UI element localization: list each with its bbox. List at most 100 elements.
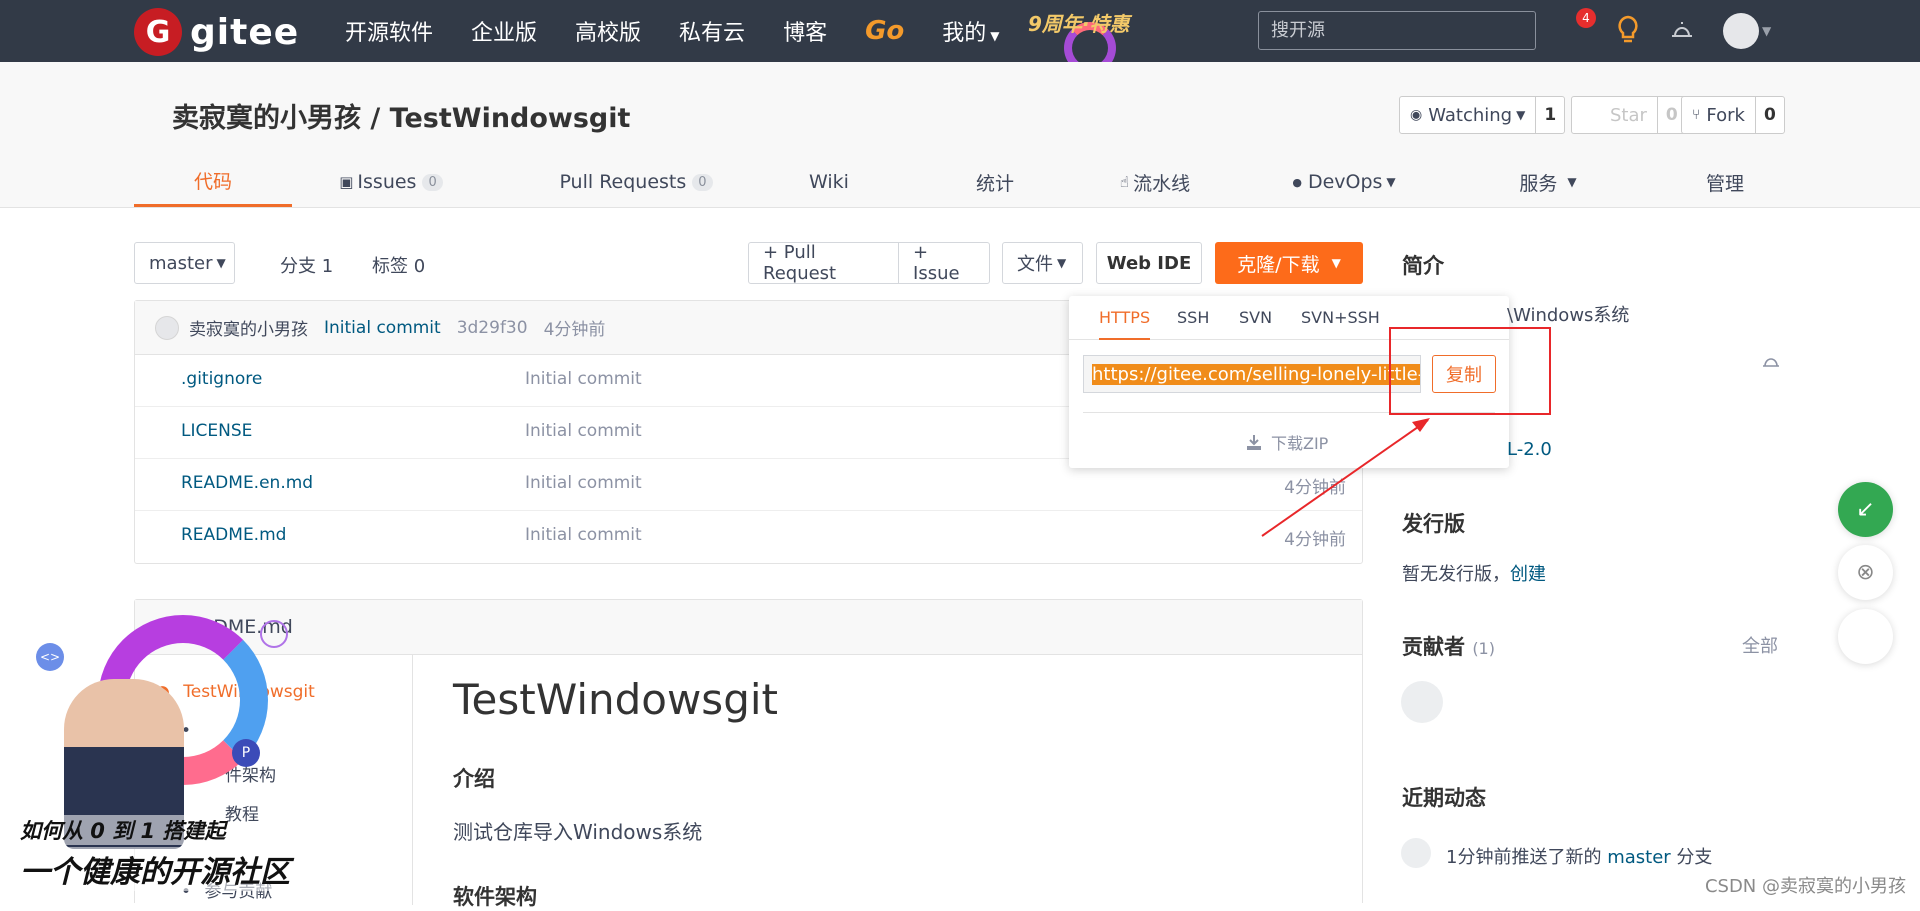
anniversary-promo[interactable]: 9周年·特惠: [1028, 8, 1140, 74]
clone-download-button[interactable]: 克隆/下载 ▼: [1215, 242, 1363, 284]
clone-url-field[interactable]: https://gitee.com/selling-lonely-little-…: [1083, 355, 1421, 393]
tab-wiki[interactable]: Wiki: [794, 157, 864, 207]
tab-services[interactable]: 服务 ▼: [1498, 157, 1598, 207]
nav-item-enterprise[interactable]: 企业版: [471, 15, 537, 47]
tags-link[interactable]: 标签 0: [372, 252, 425, 278]
file-row[interactable]: README.md Initial commit 4分钟前: [135, 511, 1362, 563]
fork-count[interactable]: 0: [1756, 97, 1784, 133]
collapse-arrow-icon[interactable]: ↙: [1838, 482, 1893, 537]
logo-text: gitee: [190, 11, 300, 53]
release-text: 暂无发行版，创建: [1402, 560, 1546, 586]
repo-header: 卖寂寞的小男孩 / TestWindowsgit ◉ Watching ▼ 1 St…: [0, 62, 1920, 208]
clone-url-text: https://gitee.com/selling-lonely-little-…: [1092, 363, 1420, 385]
tab-code-label: 代码: [193, 171, 232, 193]
contributors-title: 贡献者: [1402, 635, 1465, 659]
tab-https[interactable]: HTTPS: [1099, 308, 1151, 340]
author-avatar[interactable]: [155, 315, 179, 340]
ad-headline-2: 一个健康的开源社区: [20, 847, 290, 891]
tab-services-label: 服务: [1519, 172, 1558, 195]
file-name[interactable]: README.md: [181, 525, 286, 545]
coin-icon: P: [232, 739, 260, 767]
watch-label: Watching: [1428, 104, 1513, 126]
file-commit-message[interactable]: Initial commit: [525, 369, 642, 389]
chevron-down-icon: ▼: [1567, 175, 1577, 189]
tab-issues[interactable]: ▣ Issues 0: [326, 157, 456, 207]
tab-svn[interactable]: SVN: [1239, 308, 1272, 340]
readme-title: TestWindowsgit: [453, 675, 778, 724]
watch-count[interactable]: 1: [1536, 97, 1564, 133]
tab-svn-ssh[interactable]: SVN+SSH: [1301, 308, 1380, 340]
web-ide-button[interactable]: Web IDE: [1096, 242, 1202, 284]
activity-avatar[interactable]: [1401, 838, 1431, 868]
promo-ad-overlay[interactable]: <> P 如何从 0 到 1 搭建起 一个健康的开源社区: [0, 615, 300, 903]
repo-description: \Windows系统: [1507, 305, 1630, 326]
branch-select[interactable]: master ▼: [134, 242, 235, 284]
float-blank-button[interactable]: [1838, 609, 1893, 664]
tab-pr-label: Pull Requests: [559, 171, 687, 193]
create-release-link[interactable]: 创建: [1510, 564, 1546, 585]
chevron-down-icon: ▼: [1386, 175, 1396, 189]
branches-link[interactable]: 分支 1: [280, 252, 333, 278]
commit-hash[interactable]: 3d29f30: [457, 318, 528, 338]
gitee-logo[interactable]: G gitee: [134, 8, 299, 56]
top-nav: G gitee 开源软件 企业版 高校版 私有云 博客 Go 我的 ▼ 9周年·特…: [0, 0, 1920, 74]
file-commit-message[interactable]: Initial commit: [525, 525, 642, 545]
tab-devops-label: DevOps: [1307, 171, 1383, 193]
commit-message[interactable]: Initial commit: [324, 318, 441, 338]
tab-devops[interactable]: ● DevOps ▼: [1284, 157, 1404, 207]
close-circle-icon[interactable]: ⊗: [1838, 545, 1893, 600]
tab-pull-requests[interactable]: Pull Requests 0: [546, 157, 726, 207]
star-button[interactable]: Star: [1572, 97, 1658, 133]
tab-ssh[interactable]: SSH: [1177, 308, 1209, 340]
tab-pipeline[interactable]: ☝ 流水线: [1100, 157, 1210, 207]
new-pull-request-button[interactable]: + Pull Request: [749, 242, 900, 284]
file-name[interactable]: README.en.md: [181, 473, 313, 493]
bell-icon[interactable]: [1761, 352, 1781, 370]
tab-stats[interactable]: 统计: [960, 157, 1030, 207]
chevron-down-icon: ▼: [216, 256, 226, 270]
issues-count: 0: [422, 173, 443, 191]
chevron-down-icon[interactable]: ▼: [1762, 24, 1771, 38]
license-link[interactable]: L-2.0: [1507, 439, 1552, 460]
contributors-all-link[interactable]: 全部: [1742, 632, 1778, 658]
tab-manage[interactable]: 管理: [1690, 157, 1760, 207]
nav-item-open-source[interactable]: 开源软件: [345, 15, 433, 47]
promo-text: 9周年·特惠: [1028, 12, 1130, 36]
nav-item-private-cloud[interactable]: 私有云: [679, 15, 745, 47]
bell-icon[interactable]: [1668, 16, 1696, 44]
activity-branch-link[interactable]: master: [1607, 847, 1670, 868]
clipboard-icon: ▣: [339, 173, 354, 191]
ad-headline-1: 如何从 0 到 1 搭建起: [20, 815, 226, 845]
nav-menu: 开源软件 企业版 高校版 私有云 博客 Go 我的 ▼: [345, 0, 1038, 62]
nav-item-education[interactable]: 高校版: [575, 15, 641, 47]
search-input[interactable]: [1258, 11, 1536, 50]
user-avatar[interactable]: [1723, 13, 1759, 49]
annotation-highlight-box: [1389, 327, 1551, 415]
lightbulb-icon[interactable]: [1615, 14, 1641, 46]
ad-circle-icon: [260, 620, 288, 648]
watch-button[interactable]: ◉ Watching ▼: [1400, 97, 1537, 133]
repo-title[interactable]: 卖寂寞的小男孩 / TestWindowsgit: [172, 96, 630, 135]
file-commit-message[interactable]: Initial commit: [525, 473, 642, 493]
star-button-group[interactable]: Star 0: [1571, 96, 1687, 134]
watch-button-group[interactable]: ◉ Watching ▼ 1: [1399, 96, 1566, 134]
commit-author[interactable]: 卖寂寞的小男孩: [189, 315, 308, 340]
fork-button-group[interactable]: ⑂ Fork 0: [1681, 96, 1785, 134]
fork-button[interactable]: ⑂ Fork: [1682, 97, 1756, 133]
intro-heading: 简介: [1402, 254, 1444, 278]
nav-item-blog[interactable]: 博客: [783, 15, 827, 47]
eye-icon: ◉: [1410, 107, 1423, 123]
file-commit-message[interactable]: Initial commit: [525, 421, 642, 441]
tab-code[interactable]: 代码: [134, 157, 292, 207]
nav-item-go[interactable]: Go: [865, 16, 904, 46]
no-release-text: 暂无发行版，: [1402, 564, 1510, 585]
readme-heading-intro: 介绍: [453, 767, 495, 791]
file-menu-button[interactable]: 文件 ▼: [1002, 242, 1083, 284]
tab-stats-label: 统计: [975, 172, 1014, 195]
nav-item-mine[interactable]: 我的 ▼: [942, 15, 999, 47]
new-issue-button[interactable]: + Issue: [899, 242, 989, 284]
file-name[interactable]: .gitignore: [181, 369, 262, 389]
contributor-avatar[interactable]: [1401, 681, 1443, 723]
activity-prefix: 1分钟前推送了新的: [1446, 847, 1608, 868]
file-name[interactable]: LICENSE: [181, 421, 252, 441]
